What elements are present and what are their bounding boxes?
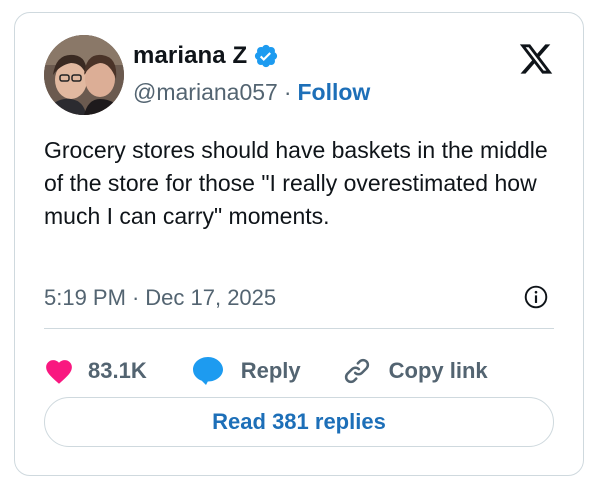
copy-link-label: Copy link — [388, 358, 488, 383]
tweet-time: 5:19 PM — [44, 285, 126, 310]
avatar-photo-icon — [44, 35, 124, 115]
copy-link-button[interactable]: Copy link — [341, 355, 488, 387]
info-icon[interactable] — [523, 284, 549, 310]
author-avatar[interactable] — [44, 35, 124, 115]
like-button[interactable]: 83.1K — [44, 357, 147, 385]
like-count: 83.1K — [88, 358, 147, 383]
author-handle[interactable]: @mariana057 — [133, 79, 278, 106]
tweet-timestamp[interactable]: 5:19 PM · Dec 17, 2025 — [44, 285, 276, 311]
link-icon — [341, 355, 373, 387]
tweet-text: Grocery stores should have baskets in th… — [44, 137, 548, 229]
divider — [44, 328, 554, 329]
heart-icon — [44, 357, 74, 385]
x-logo-icon[interactable] — [517, 41, 555, 77]
author-name-row: mariana Z — [133, 42, 279, 70]
author-display-name[interactable]: mariana Z — [133, 42, 247, 70]
follow-button[interactable]: Follow — [298, 79, 371, 106]
reply-label: Reply — [240, 358, 301, 383]
reply-button[interactable]: Reply — [191, 355, 301, 387]
speech-bubble-icon — [191, 355, 225, 387]
action-bar: 83.1K Reply Copy link — [44, 351, 488, 391]
separator-dot: · — [131, 285, 140, 310]
author-handle-row: @mariana057 · Follow — [133, 79, 370, 106]
separator-dot: · — [283, 79, 292, 105]
read-replies-button[interactable]: Read 381 replies — [44, 397, 554, 447]
tweet-card[interactable]: mariana Z @mariana057 · Follow Grocery s… — [14, 12, 584, 476]
verified-badge-icon — [253, 43, 279, 69]
tweet-date: Dec 17, 2025 — [145, 285, 277, 310]
